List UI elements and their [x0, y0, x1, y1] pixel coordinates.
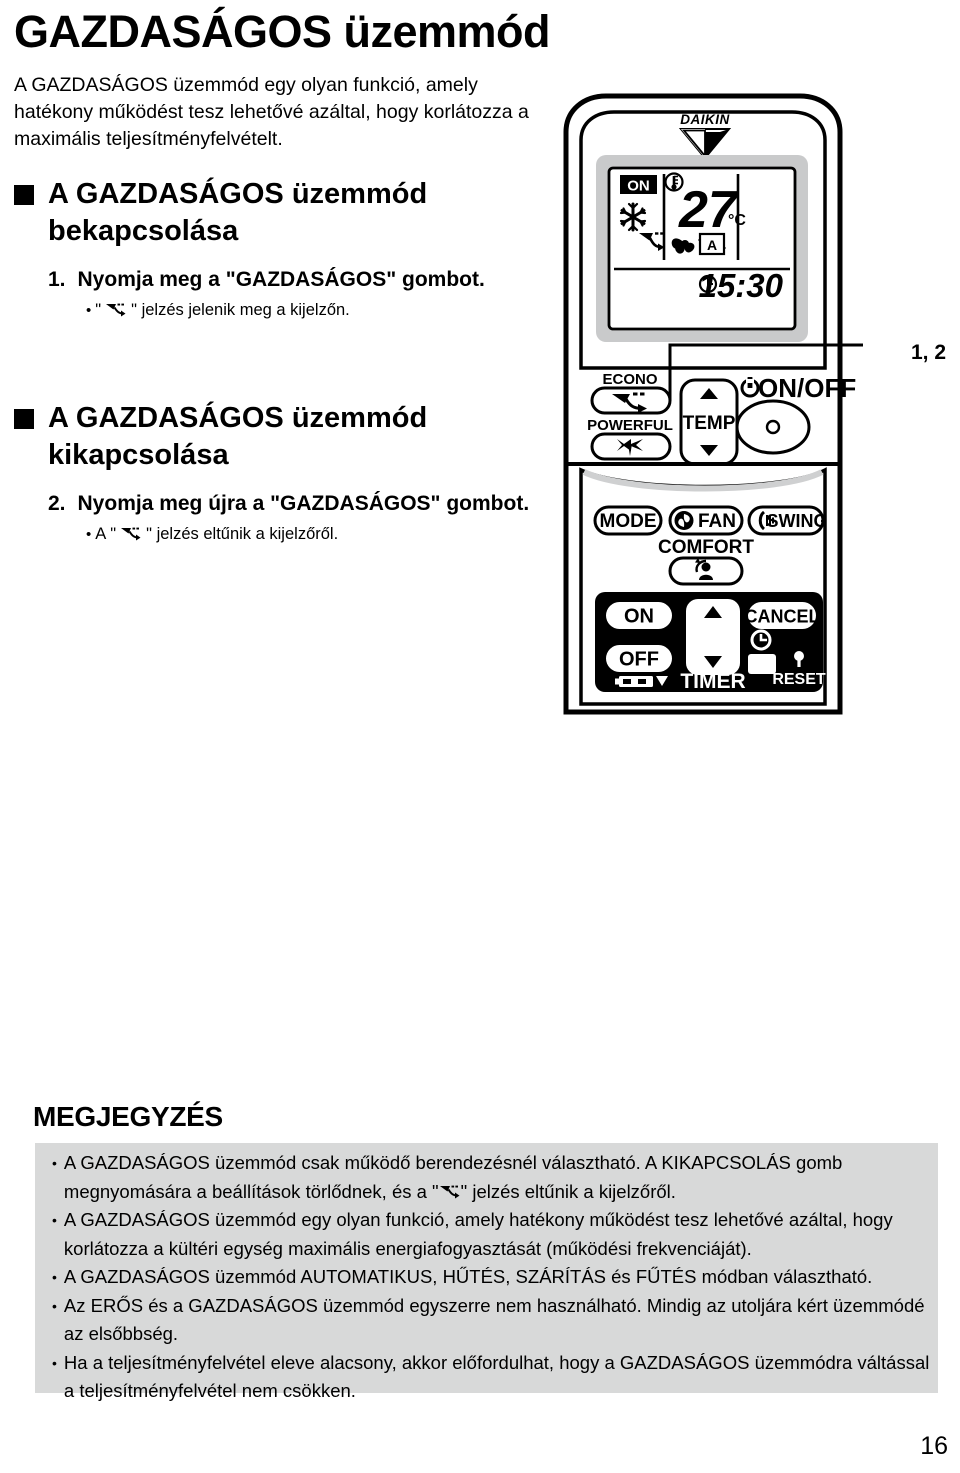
sub-note-lead: A — [95, 525, 107, 543]
square-bullet-icon — [14, 409, 34, 429]
sub-note-quote-open: " — [95, 301, 102, 319]
section-heading-row: A GAZDASÁGOS üzemmód kikapcsolása — [14, 400, 544, 474]
econo-icon — [439, 1184, 461, 1200]
timer-label: TIMER — [680, 670, 745, 693]
comfort-label: COMFORT — [658, 537, 754, 558]
note-bullet-icon: • — [52, 1354, 57, 1371]
onoff-label: ON/OFF — [758, 373, 856, 403]
lcd-temperature: 27 — [678, 181, 739, 239]
list-item: • A GAZDASÁGOS üzemmód csak működő beren… — [52, 1149, 932, 1206]
timer-off-label: OFF — [619, 649, 659, 671]
sub-note-quote-open: " — [110, 525, 117, 543]
page-number: 16 — [920, 1432, 948, 1460]
note-bullet-icon: • — [86, 525, 92, 543]
econo-icon — [120, 526, 142, 542]
page-title: GAZDASÁGOS üzemmód — [14, 6, 551, 57]
step-row: 2. Nyomja meg újra a "GAZDASÁGOS" gombot… — [48, 490, 544, 518]
intro-paragraph: A GAZDASÁGOS üzemmód egy olyan funkció, … — [14, 74, 529, 150]
reset-label: RESET — [772, 671, 826, 688]
list-item: • A GAZDASÁGOS üzemmód AUTOMATIKUS, HŰTÉ… — [52, 1263, 932, 1292]
list-item: • Az ERŐS és a GAZDASÁGOS üzemmód egysze… — [52, 1292, 932, 1349]
step-sub-note: • " " jelzés jelenik meg a kijelzőn. — [86, 299, 544, 321]
timer-on-label: ON — [624, 606, 654, 628]
lcd-on-badge: ON — [620, 175, 657, 195]
step-row: 1. Nyomja meg a "GAZDASÁGOS" gombot. — [48, 266, 544, 294]
step-sub-note: • A " " jelzés eltűnik a kijelzőről. — [86, 523, 544, 545]
powerful-button-label: POWERFUL — [587, 417, 673, 434]
list-item: • A GAZDASÁGOS üzemmód egy olyan funkció… — [52, 1206, 932, 1263]
note-text: A GAZDASÁGOS üzemmód egy olyan funkció, … — [63, 1209, 893, 1259]
remote-control-illustration: DAIKIN ON 27 °C A 15:30 ECONO POWERFUL T… — [548, 92, 863, 717]
note-bullet-icon: • — [52, 1155, 57, 1171]
note-bullet-icon: • — [52, 1269, 57, 1285]
note-bullet-icon: • — [52, 1212, 57, 1228]
step-text: Nyomja meg újra a "GAZDASÁGOS" gombot. — [77, 492, 530, 515]
list-item: • Ha a teljesítményfelvétel eleve alacso… — [52, 1349, 932, 1406]
note-text: Ha a teljesítményfelvétel eleve alacsony… — [63, 1351, 930, 1402]
fan-label: FAN — [698, 511, 736, 532]
sub-note-text: " jelzés jelenik meg a kijelzőn. — [131, 301, 350, 319]
note-text: A GAZDASÁGOS üzemmód AUTOMATIKUS, HŰTÉS,… — [63, 1266, 873, 1287]
section-heading: A GAZDASÁGOS üzemmód bekapcsolása — [48, 178, 428, 247]
note-bullet-icon: • — [52, 1297, 57, 1314]
sub-note-text: " jelzés eltűnik a kijelzőről. — [146, 525, 339, 543]
swing-label: SWING — [767, 511, 828, 531]
svg-text:ON: ON — [627, 178, 650, 195]
step-number: 1. — [48, 268, 66, 291]
onoff-button-center — [765, 419, 781, 435]
note-text: A GAZDASÁGOS üzemmód csak működő berende… — [63, 1152, 843, 1202]
section-heading-row: A GAZDASÁGOS üzemmód bekapcsolása — [14, 176, 544, 250]
fan-button-icon — [674, 511, 694, 530]
svg-text:A: A — [707, 237, 717, 253]
section-turn-off: A GAZDASÁGOS üzemmód kikapcsolása 2. Nyo… — [14, 400, 544, 545]
lcd-clock: 15:30 — [699, 267, 784, 304]
econo-button-label: ECONO — [602, 371, 657, 388]
econo-button — [590, 386, 672, 415]
callout-label: 1, 2 — [911, 341, 947, 364]
step-number: 2. — [48, 492, 66, 515]
note-bullet-icon: • — [86, 301, 92, 319]
notes-title: MEGJEGYZÉS — [33, 1101, 223, 1132]
section-heading: A GAZDASÁGOS üzemmód kikapcsolása — [48, 402, 428, 471]
svg-text:DAIKIN: DAIKIN — [680, 112, 730, 127]
econo-icon — [105, 302, 127, 318]
square-bullet-icon — [14, 185, 34, 205]
mode-label: MODE — [600, 511, 657, 532]
cancel-label: CANCEL — [745, 607, 820, 627]
lcd-temp-unit: °C — [728, 212, 746, 229]
manual-page: GAZDASÁGOS üzemmód A GAZDASÁGOS üzemmód … — [0, 0, 960, 1473]
note-text: Az ERŐS és a GAZDASÁGOS üzemmód egyszerr… — [63, 1294, 925, 1345]
notes-list: • A GAZDASÁGOS üzemmód csak működő beren… — [52, 1149, 932, 1406]
section-turn-on: A GAZDASÁGOS üzemmód bekapcsolása 1. Nyo… — [14, 176, 544, 321]
temp-label: TEMP — [683, 413, 736, 434]
step-text: Nyomja meg a "GAZDASÁGOS" gombot. — [77, 268, 485, 291]
